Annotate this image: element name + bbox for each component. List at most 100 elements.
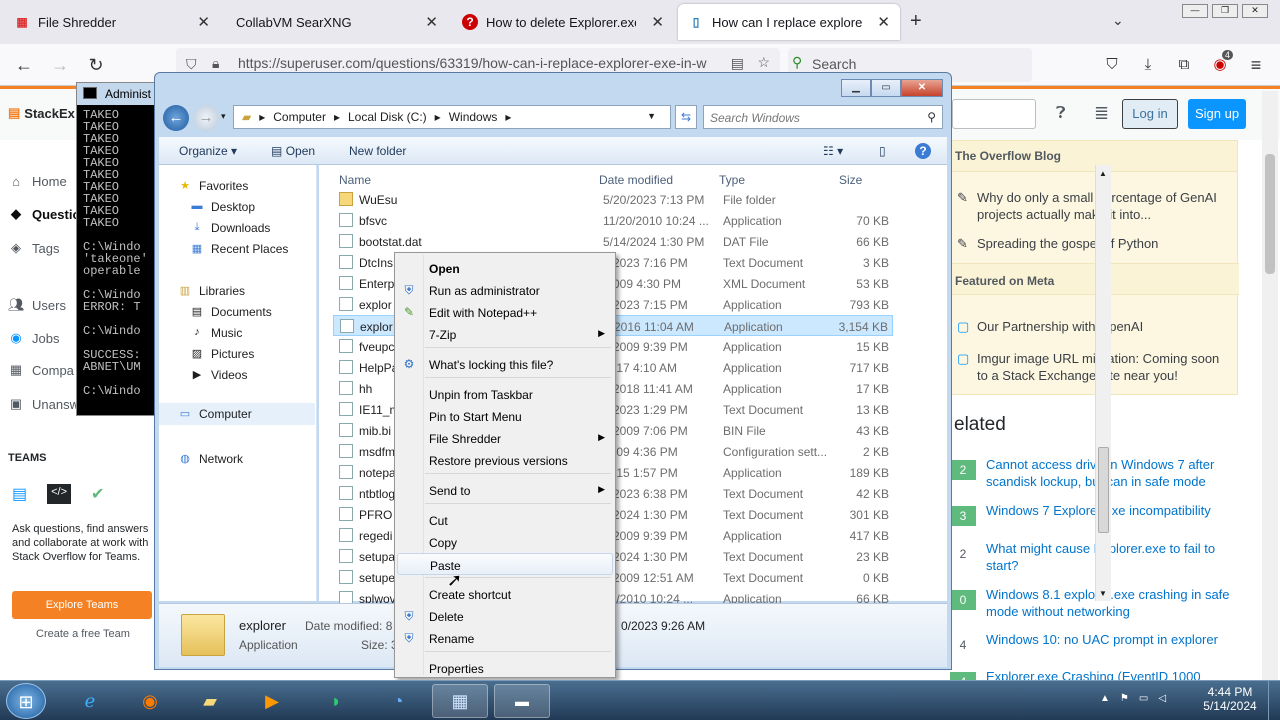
file-list-scrollbar[interactable]: ▲ ▼	[1095, 165, 1111, 601]
breadcrumb-local-disk[interactable]: Local Disk (C:)	[348, 110, 427, 124]
minimize-icon[interactable]: ▁	[841, 79, 871, 97]
related-link[interactable]: Cannot access drive in Windows 7 after s…	[986, 456, 1236, 490]
menu-item-edit-with-notepad[interactable]: ✎ Edit with Notepad++	[397, 301, 613, 323]
new-tab-button[interactable]: +	[910, 10, 922, 33]
tab-delete-explorer[interactable]: ? How to delete Explorer.exe - Wi ✕	[452, 4, 674, 40]
app-icon[interactable]: ◗	[308, 684, 364, 718]
menu-item-unpin-from-taskbar[interactable]: Unpin from Taskbar	[397, 383, 613, 405]
menu-item-file-shredder[interactable]: File Shredder ▶	[397, 427, 613, 449]
bookmark-star-icon[interactable]: ☆	[757, 54, 770, 71]
app-icon[interactable]: ◔	[370, 684, 426, 718]
downloads-icon[interactable]: ⤓	[1136, 53, 1160, 77]
related-link[interactable]: Windows 7 Explorer.exe incompatibility	[986, 502, 1236, 519]
page-scrollbar-thumb[interactable]	[1265, 154, 1275, 274]
nav-companies[interactable]: ▦ Compa	[8, 362, 74, 378]
help-icon[interactable]: ❓︎	[1056, 105, 1066, 123]
nav-favorites[interactable]: ★ Favorites	[177, 179, 248, 193]
column-type[interactable]: Type	[719, 173, 745, 187]
nav-tags[interactable]: ◈ Tags	[8, 240, 59, 256]
explore-teams-button[interactable]: Explore Teams	[12, 591, 152, 619]
maximize-icon[interactable]: ▭	[871, 79, 901, 97]
explorer-back-button[interactable]: ←	[163, 105, 189, 131]
new-folder-button[interactable]: New folder	[349, 144, 406, 158]
nav-recent-places[interactable]: ▦ Recent Places	[189, 242, 289, 256]
menu-item-open[interactable]: Open	[397, 257, 613, 279]
help-icon[interactable]: ?	[915, 143, 931, 159]
scroll-up-icon[interactable]: ▲	[1099, 169, 1107, 178]
minimize-icon[interactable]: —	[1182, 4, 1208, 18]
menu-item-paste[interactable]: Paste	[397, 553, 613, 575]
nav-users[interactable]: 👥︎ Users	[8, 297, 66, 313]
shield-icon[interactable]: ⛉	[186, 56, 197, 73]
lock-icon[interactable]: 🔒︎	[212, 55, 219, 72]
close-icon[interactable]: ✕	[901, 79, 943, 97]
nav-desktop[interactable]: ▬ Desktop	[189, 200, 256, 214]
open-button[interactable]: ▤ Open	[271, 144, 315, 158]
menu-item-properties[interactable]: Properties	[397, 657, 613, 679]
nav-home[interactable]: ⌂ Home	[8, 174, 67, 189]
nav-pictures[interactable]: ▨ Pictures	[189, 347, 255, 361]
tab-file-shredder[interactable]: ▦ File Shredder ✕	[4, 4, 220, 40]
nav-network[interactable]: ◍ Network	[177, 452, 243, 466]
menu-item-run-as-administrator[interactable]: ⛨ Run as administrator	[397, 279, 613, 301]
signup-button[interactable]: Sign up	[1188, 99, 1246, 129]
forward-icon[interactable]: →	[48, 53, 72, 77]
stackexchange-menu-icon[interactable]: ≣	[1094, 103, 1109, 124]
column-name[interactable]: Name	[339, 173, 371, 187]
meta-item[interactable]: ▢ Our Partnership with OpenAI	[957, 318, 1227, 335]
address-dropdown-icon[interactable]: ▼	[647, 111, 656, 121]
action-center-icon[interactable]: ⚑	[1120, 693, 1129, 704]
menu-item-what-s-locking-this-file[interactable]: ⚙ What's locking this file?	[397, 353, 613, 375]
media-player-icon[interactable]: ▶	[244, 684, 300, 718]
explorer-search-input[interactable]: Search Windows ⚲	[703, 105, 943, 129]
login-button[interactable]: Log in	[1122, 99, 1178, 129]
close-tab-icon[interactable]: ✕	[877, 13, 890, 31]
file-row[interactable]: bfsvc 11/20/2010 10:24 ... Application 70 K…	[333, 210, 893, 231]
start-button[interactable]: ⊞	[6, 683, 46, 719]
clock[interactable]: 4:44 PM 5/14/2024	[1200, 685, 1260, 713]
nav-jobs[interactable]: ◉ Jobs	[8, 330, 59, 346]
reader-view-icon[interactable]: ▤	[731, 55, 744, 72]
file-list-scroll-thumb[interactable]	[1098, 447, 1109, 533]
refresh-icon[interactable]: ⇆	[675, 105, 697, 129]
blog-item[interactable]: ✎ Why do only a small percentage of GenAI…	[957, 189, 1227, 223]
back-icon[interactable]: ←	[12, 53, 36, 77]
firefox-icon[interactable]: ◉	[122, 684, 178, 718]
restore-icon[interactable]: ❐	[1212, 4, 1238, 18]
menu-item-create-shortcut[interactable]: Create shortcut	[397, 583, 613, 605]
explorer-taskbar-icon[interactable]: ▦	[432, 684, 488, 718]
related-link[interactable]: Windows 8.1 explorer.exe crashing in saf…	[986, 586, 1236, 620]
close-tab-icon[interactable]: ✕	[651, 13, 664, 31]
nav-documents[interactable]: ▤ Documents	[189, 305, 272, 319]
internet-explorer-icon[interactable]: ℯ	[62, 684, 118, 718]
address-bar[interactable]: ▰ ▸ Computer ▸ Local Disk (C:) ▸ Windows…	[233, 105, 671, 129]
tray-expand-icon[interactable]: ▲	[1100, 693, 1110, 704]
column-size[interactable]: Size	[839, 173, 862, 187]
display-icon[interactable]: ▭	[1139, 693, 1148, 704]
menu-item-cut[interactable]: Cut	[397, 509, 613, 531]
close-tab-icon[interactable]: ✕	[197, 13, 210, 31]
recent-pages-icon[interactable]: ▾	[221, 111, 226, 122]
menu-item-restore-previous-versions[interactable]: Restore previous versions	[397, 449, 613, 471]
preview-pane-icon[interactable]: ▯	[879, 144, 886, 158]
file-explorer-icon[interactable]: ▰	[182, 684, 238, 718]
site-search-input[interactable]	[952, 99, 1036, 129]
menu-icon[interactable]: ≡	[1244, 53, 1268, 77]
nav-computer[interactable]: ▭ Computer	[159, 403, 315, 425]
tab-replace-explorer[interactable]: ▯ How can I replace explorer.exe ✕	[678, 4, 900, 40]
menu-item-send-to[interactable]: Send to ▶	[397, 479, 613, 501]
nav-downloads[interactable]: ⤓ Downloads	[189, 221, 271, 235]
breadcrumb-windows[interactable]: Windows	[449, 110, 498, 124]
nav-music[interactable]: ♪ Music	[189, 326, 242, 340]
menu-item-pin-to-start-menu[interactable]: Pin to Start Menu	[397, 405, 613, 427]
extensions-icon[interactable]: ⧉	[1172, 53, 1196, 77]
page-scrollbar-top[interactable]	[1262, 91, 1278, 143]
site-logo[interactable]: ▤ StackEx	[8, 105, 75, 121]
related-link[interactable]: Explorer.exe Crashing (EventID 1000	[986, 668, 1236, 680]
page-scrollbar[interactable]	[1262, 140, 1278, 680]
list-tabs-icon[interactable]: ⌄	[1112, 12, 1124, 29]
nav-libraries[interactable]: ▥ Libraries	[177, 284, 245, 298]
column-date-modified[interactable]: Date modified	[599, 173, 673, 187]
create-team-link[interactable]: Create a free Team	[36, 628, 130, 640]
scroll-down-icon[interactable]: ▼	[1099, 589, 1107, 598]
